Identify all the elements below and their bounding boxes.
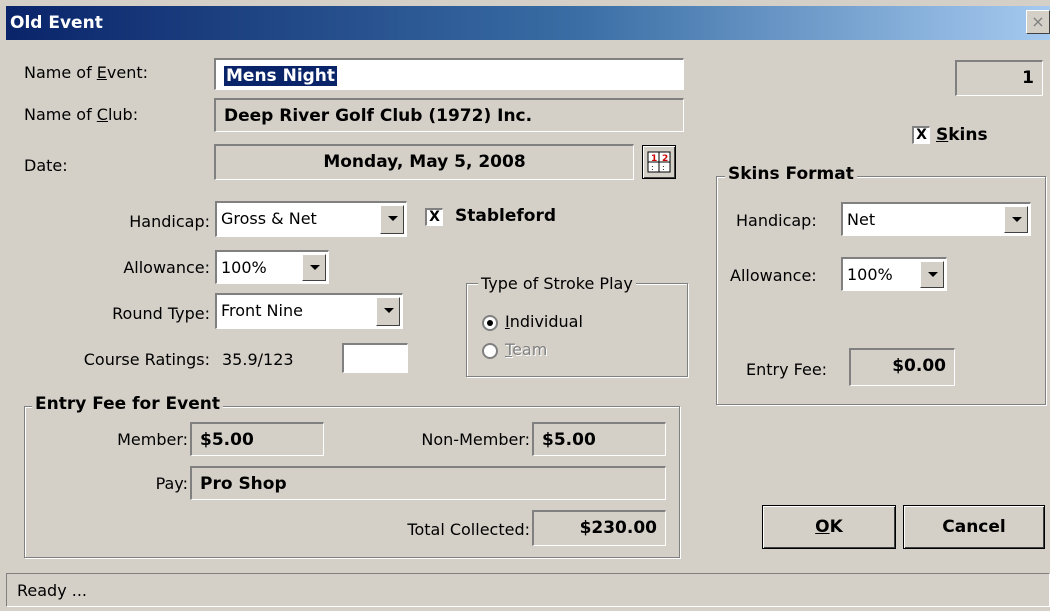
svg-text::: : <box>651 163 654 172</box>
skins-allowance-select[interactable]: 100% <box>841 257 947 291</box>
pay-field: Pro Shop <box>190 466 666 500</box>
chevron-down-icon[interactable] <box>302 254 326 281</box>
date-label: Date: <box>24 156 68 175</box>
skins-entry-fee-value: $0.00 <box>892 356 946 376</box>
course-ratings-input[interactable] <box>342 343 408 373</box>
ok-button[interactable]: OK <box>762 505 896 549</box>
round-type-value: Front Nine <box>221 301 303 320</box>
close-icon: × <box>1031 12 1045 31</box>
date-value: Monday, May 5, 2008 <box>323 152 526 172</box>
chevron-down-icon[interactable] <box>376 297 400 326</box>
chevron-down-icon[interactable] <box>1004 206 1028 233</box>
calendar-icon: 1 2 : : <box>647 151 671 173</box>
handicap-value: Gross & Net <box>221 209 317 228</box>
stroke-play-title: Type of Stroke Play <box>478 274 636 293</box>
member-fee-value: $5.00 <box>200 430 254 450</box>
non-member-fee-field: $5.00 <box>532 422 666 456</box>
stableford-label[interactable]: Stableford <box>455 206 556 226</box>
svg-text::: : <box>662 163 665 172</box>
total-collected-value: $230.00 <box>579 518 657 538</box>
allowance-label: Allowance: <box>123 258 210 277</box>
member-fee-field: $5.00 <box>190 422 324 456</box>
pay-label: Pay: <box>155 474 188 493</box>
skins-entry-fee-field: $0.00 <box>849 348 955 386</box>
skins-entry-fee-label: Entry Fee: <box>746 360 828 379</box>
skins-allowance-label: Allowance: <box>730 266 817 285</box>
allowance-select[interactable]: 100% <box>215 250 329 284</box>
event-name-label: Name of Event: <box>24 63 149 82</box>
individual-radio[interactable] <box>482 315 498 331</box>
team-label[interactable]: Team <box>505 340 547 359</box>
stableford-checkbox[interactable]: X <box>425 208 443 226</box>
chevron-down-icon[interactable] <box>920 261 944 288</box>
window-title: Old Event <box>10 13 103 33</box>
stableford-check-mark: X <box>429 209 440 225</box>
calendar-button[interactable]: 1 2 : : <box>642 145 676 179</box>
individual-label[interactable]: Individual <box>505 312 583 331</box>
date-field: Monday, May 5, 2008 <box>214 144 634 180</box>
old-event-dialog: Old Event × Name of Event: Mens Night 1 … <box>0 0 1050 611</box>
entry-fee-title: Entry Fee for Event <box>32 394 223 414</box>
round-type-select[interactable]: Front Nine <box>215 293 403 329</box>
club-name-value: Deep River Golf Club (1972) Inc. <box>224 106 533 126</box>
total-collected-label: Total Collected: <box>407 520 530 539</box>
pay-value: Pro Shop <box>200 474 287 494</box>
round-type-label: Round Type: <box>112 304 210 323</box>
close-button[interactable]: × <box>1026 10 1050 34</box>
skins-checkbox[interactable]: X <box>912 126 930 144</box>
handicap-select[interactable]: Gross & Net <box>215 201 407 237</box>
handicap-label: Handicap: <box>129 212 210 231</box>
skins-handicap-label: Handicap: <box>736 211 817 230</box>
skins-handicap-value: Net <box>847 210 876 229</box>
non-member-fee-label: Non-Member: <box>421 430 530 449</box>
member-fee-label: Member: <box>117 430 188 449</box>
event-number-value: 1 <box>1022 68 1034 88</box>
course-ratings-value: 35.9/123 <box>222 350 294 369</box>
team-radio[interactable] <box>482 343 498 359</box>
chevron-down-icon[interactable] <box>380 205 404 234</box>
status-bar: Ready ... <box>6 573 1050 607</box>
event-name-value: Mens Night <box>224 66 338 86</box>
title-bar: Old Event × <box>6 6 1050 40</box>
total-collected-field: $230.00 <box>532 510 666 546</box>
skins-allowance-value: 100% <box>847 265 893 284</box>
skins-label[interactable]: Skins <box>936 125 988 145</box>
cancel-button[interactable]: Cancel <box>903 505 1045 549</box>
event-number-field: 1 <box>955 60 1043 96</box>
club-name-field: Deep River Golf Club (1972) Inc. <box>214 98 684 132</box>
skins-format-title: Skins Format <box>725 164 857 184</box>
skins-check-mark: X <box>916 127 927 143</box>
status-text: Ready ... <box>17 581 88 600</box>
course-ratings-label: Course Ratings: <box>83 350 210 369</box>
club-name-label: Name of Club: <box>24 105 139 124</box>
non-member-fee-value: $5.00 <box>542 430 596 450</box>
event-name-input[interactable]: Mens Night <box>214 58 684 90</box>
allowance-value: 100% <box>221 258 267 277</box>
skins-handicap-select[interactable]: Net <box>841 202 1031 236</box>
